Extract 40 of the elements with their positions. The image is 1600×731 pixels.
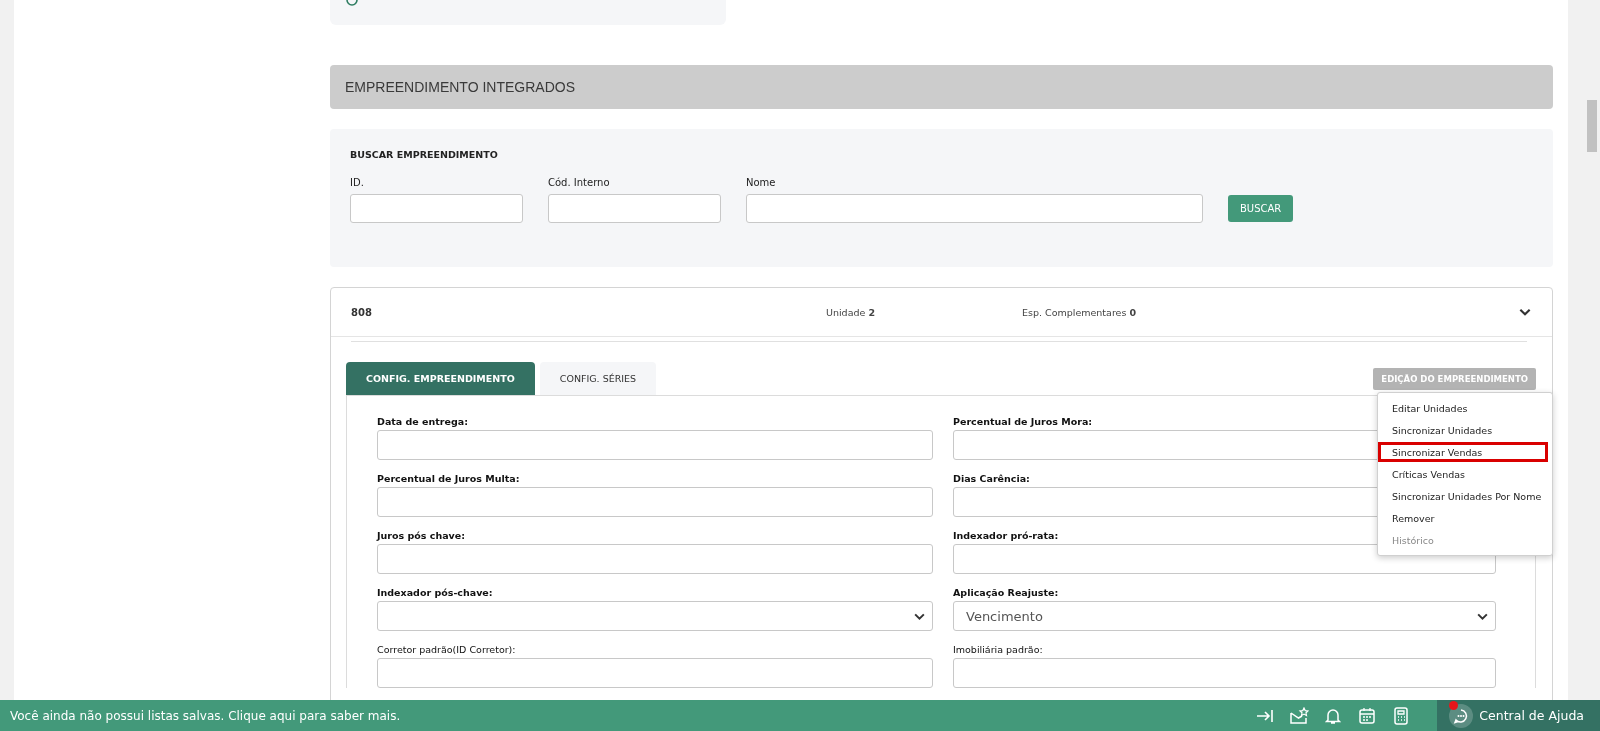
field-label: Indexador pró-rata:	[953, 530, 1059, 541]
menu-item[interactable]: Sincronizar Unidades	[1378, 420, 1548, 440]
search-title: BUSCAR EMPREENDIMENTO	[350, 149, 499, 160]
menu-item[interactable]: Sincronizar Unidades Por Nome	[1378, 486, 1548, 506]
input-field[interactable]	[377, 430, 933, 460]
input-field[interactable]	[377, 658, 933, 688]
menu-item[interactable]: Críticas Vendas	[1378, 464, 1548, 484]
field-label: Percentual de Juros Mora:	[953, 416, 1093, 427]
input-field[interactable]	[548, 194, 721, 223]
tab[interactable]: CONFIG. SÉRIES	[539, 362, 657, 395]
field-label: Indexador pós-chave:	[377, 587, 493, 598]
input-field[interactable]	[953, 658, 1496, 688]
input-field[interactable]	[377, 544, 933, 574]
help-button[interactable]: Central de Ajuda	[1437, 700, 1600, 731]
field-label: Aplicação Reajuste:	[953, 587, 1059, 598]
select-field[interactable]: Vencimento	[953, 601, 1496, 631]
input-field[interactable]	[953, 544, 1496, 574]
section-title: EMPREENDIMENTO INTEGRADOS	[345, 79, 575, 95]
menu-item[interactable]: Editar Unidades	[1378, 398, 1548, 418]
menu-item[interactable]: Sincronizar Vendas	[1378, 442, 1548, 462]
menu-item[interactable]: Remover	[1378, 508, 1548, 528]
field-label: Imobiliária padrão:	[953, 644, 1043, 655]
item-code: 808	[351, 306, 373, 318]
input-field[interactable]	[746, 194, 1203, 223]
field-label: Percentual de Juros Multa:	[377, 473, 520, 484]
stat-text: Unidade 2	[826, 306, 876, 318]
select-field[interactable]	[377, 601, 933, 631]
tab[interactable]: CONFIG. EMPREENDIMENTO	[346, 362, 535, 395]
field-label: Dias Carência:	[953, 473, 1030, 484]
input-field[interactable]	[377, 487, 933, 517]
stat-text: Esp. Complementares 0	[1022, 306, 1138, 318]
field-label: Nome	[746, 177, 777, 188]
field-label: Cód. Interno	[548, 177, 611, 188]
field-label: Data de entrega:	[377, 416, 468, 427]
chat-icon	[1449, 703, 1474, 728]
input-field[interactable]	[350, 194, 523, 223]
field-label: Corretor padrão(ID Corretor):	[377, 644, 516, 655]
field-label: ID.	[350, 177, 365, 188]
field-label: Juros pós chave:	[377, 530, 465, 541]
arc-icon	[346, 0, 358, 6]
